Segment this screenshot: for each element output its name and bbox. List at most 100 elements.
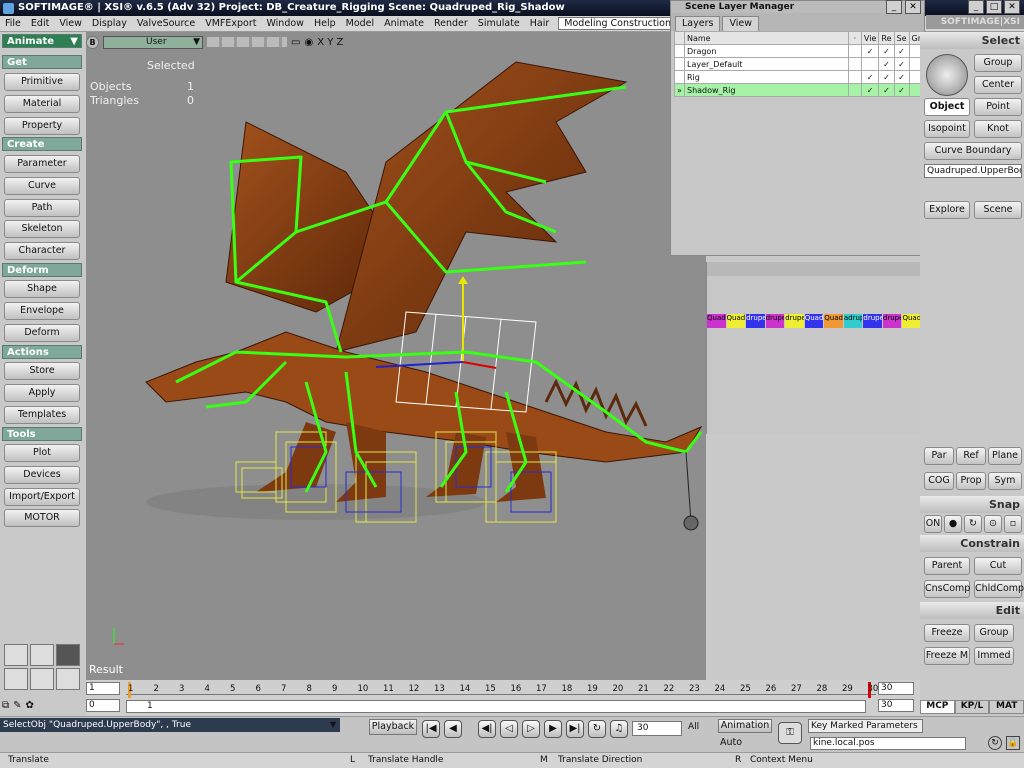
next-frame-icon[interactable]: ▶ — [544, 720, 562, 738]
playback-menu[interactable]: Playback — [369, 719, 417, 735]
menu-model[interactable]: Model — [341, 18, 380, 29]
layout-split-icon[interactable] — [30, 644, 54, 666]
table-row[interactable]: Layer_Default ✓ ✓ — [674, 57, 924, 71]
eye-icon[interactable]: ◉ — [304, 37, 313, 48]
timeline-range-bar[interactable]: 1 — [126, 700, 866, 713]
apply-button[interactable]: Apply — [4, 384, 80, 402]
wrench-icon[interactable]: ✎ — [13, 700, 21, 716]
clip[interactable]: Quadrupe — [707, 314, 726, 328]
tab-layers[interactable]: Layers — [675, 16, 721, 31]
close-icon[interactable]: ✕ — [905, 0, 921, 14]
select-check[interactable]: ✓ — [893, 57, 910, 71]
select-check[interactable]: ✓ — [893, 70, 910, 84]
play-back-icon[interactable]: ◁ — [500, 720, 518, 738]
parent-button[interactable]: Parent — [924, 557, 970, 575]
primitive-button[interactable]: Primitive — [4, 73, 80, 91]
layout-single-icon[interactable] — [4, 668, 28, 690]
snap-tool-icon[interactable]: ⧉ — [2, 700, 9, 716]
snap-options-icon[interactable]: ▫ — [1004, 515, 1022, 533]
menu-edit[interactable]: Edit — [26, 18, 54, 29]
material-button[interactable]: Material — [4, 95, 80, 113]
clip[interactable]: druped_U — [746, 314, 765, 328]
freeze-m-button[interactable]: Freeze M — [924, 647, 970, 665]
clip[interactable]: adrupe — [843, 314, 863, 328]
clip[interactable]: druped_U — [785, 314, 804, 328]
view-check[interactable]: ✓ — [860, 44, 880, 58]
col-view[interactable]: Vie — [860, 31, 880, 45]
scene-button[interactable]: Scene — [974, 201, 1022, 219]
loop-icon[interactable]: ↻ — [588, 720, 606, 738]
camera-select[interactable]: User ▼ — [103, 35, 203, 49]
select-check[interactable]: ✓ — [893, 44, 910, 58]
go-end-icon[interactable]: ▶| — [566, 720, 584, 738]
render-check[interactable]: ✓ — [878, 57, 895, 71]
view-check[interactable]: ✓ — [860, 83, 880, 97]
cnscomp-button[interactable]: CnsComp — [924, 580, 970, 598]
cog-button[interactable]: COG — [924, 472, 954, 490]
menu-vmfexport[interactable]: VMFExport — [200, 18, 261, 29]
clip[interactable]: druped_ — [863, 314, 882, 328]
clip[interactable]: druped_ — [765, 314, 785, 328]
deform-button[interactable]: Deform — [4, 324, 80, 342]
app-maximize-button[interactable]: □ — [986, 0, 1002, 14]
isopoint-button[interactable]: Isopoint — [924, 120, 970, 138]
group-button[interactable]: Group — [974, 54, 1022, 72]
go-start-icon[interactable]: |◀ — [422, 720, 440, 738]
menu-view[interactable]: View — [54, 18, 87, 29]
select-check[interactable]: ✓ — [893, 83, 910, 97]
app-minimize-button[interactable]: _ — [968, 0, 984, 14]
app-close-icon[interactable]: ✕ — [1004, 0, 1020, 14]
store-button[interactable]: Store — [4, 362, 80, 380]
layer-name[interactable]: Rig — [684, 70, 849, 84]
clip[interactable]: Quadrupe — [824, 314, 843, 328]
curve-boundary-button[interactable]: Curve Boundary — [924, 142, 1022, 160]
table-row[interactable]: » Shadow_Rig ✓ ✓ ✓ — [674, 83, 924, 97]
menu-help[interactable]: Help — [309, 18, 341, 29]
render-check[interactable]: ✓ — [878, 70, 895, 84]
current-frame-field[interactable]: 0 — [86, 699, 120, 712]
property-button[interactable]: Property — [4, 117, 80, 135]
point-button[interactable]: Point — [974, 98, 1022, 116]
tab-mat[interactable]: MAT — [989, 700, 1024, 714]
snap-on-button[interactable]: ON — [924, 515, 942, 533]
layout-two-icon[interactable] — [30, 668, 54, 690]
plane-button[interactable]: Plane — [988, 447, 1022, 465]
tab-kpl[interactable]: KP/L — [954, 700, 990, 714]
devices-button[interactable]: Devices — [4, 466, 80, 484]
menu-render[interactable]: Render — [429, 18, 473, 29]
curve-button[interactable]: Curve — [4, 177, 80, 195]
frame-field[interactable]: 30 — [632, 721, 682, 736]
paint-icon[interactable]: ✿ — [26, 700, 34, 716]
clip[interactable]: Quadrupe — [804, 314, 824, 328]
prop-button[interactable]: Prop — [956, 472, 986, 490]
tab-view[interactable]: View — [722, 16, 759, 31]
viewport-letter[interactable]: B — [86, 35, 99, 49]
menu-display[interactable]: Display — [87, 18, 132, 29]
shape-button[interactable]: Shape — [4, 280, 80, 298]
character-button[interactable]: Character — [4, 242, 80, 260]
clip[interactable]: Quadrupe — [726, 314, 746, 328]
layout-grid-icon[interactable] — [56, 644, 80, 666]
camera-icon[interactable]: ▭ — [291, 37, 300, 48]
layer-name[interactable]: Shadow_Rig — [684, 83, 849, 97]
select-arrow-icon[interactable] — [926, 54, 968, 96]
layer-name[interactable]: Layer_Default — [684, 57, 849, 71]
parameter-button[interactable]: Parameter — [4, 155, 80, 173]
play-icon[interactable]: ▷ — [522, 720, 540, 738]
clip[interactable]: druped_U — [882, 314, 902, 328]
start-frame-field[interactable]: 1 — [86, 682, 120, 695]
group-edit-button[interactable]: Group — [974, 624, 1014, 642]
import-export-button[interactable]: Import/Export — [4, 488, 80, 506]
layout-four-icon[interactable] — [56, 668, 80, 690]
key-icon[interactable]: ⚿ — [778, 722, 802, 744]
menu-animate[interactable]: Animate — [379, 18, 429, 29]
range-end-field[interactable]: 30 — [878, 699, 914, 712]
module-select[interactable]: Animate ▼ — [2, 34, 82, 48]
col-name[interactable]: Name — [684, 31, 849, 45]
cut-button[interactable]: Cut — [974, 557, 1022, 575]
snap-curve-icon[interactable]: ↻ — [964, 515, 982, 533]
tab-mcp[interactable]: MCP — [920, 700, 955, 714]
timeline[interactable]: 1 0 1 30 30 1 2 3 4 5 6 7 8 9 10 11 12 13 14 15 16 17 18 1… — [86, 680, 920, 716]
render-check[interactable]: ✓ — [878, 83, 895, 97]
auto-key-label[interactable]: Auto — [720, 737, 742, 748]
